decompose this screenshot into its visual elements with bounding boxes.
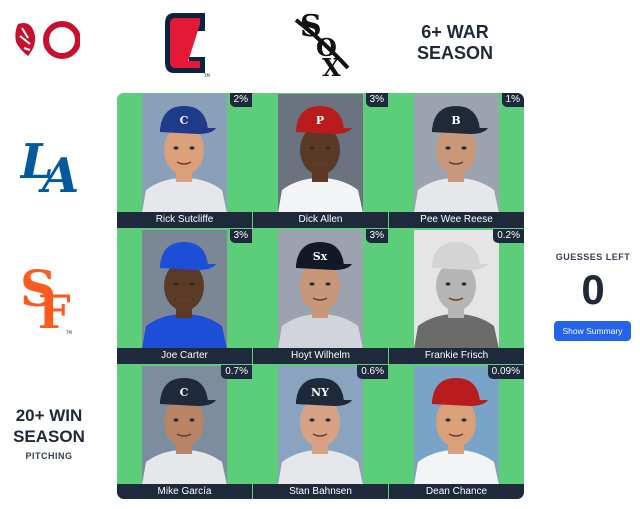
giants-sf-logo-icon: S F TM [20,256,74,336]
answer-grid: C 2% Rick Sutcliffe P 3% Dick Allen B 1% Pee Wee… [117,93,524,499]
row-header-20-win: 20+ WIN SEASON PITCHING [2,405,96,461]
grid-cell[interactable]: NY 0.6% Stan Bahnsen [253,365,388,499]
player-photo: Sx [278,230,363,349]
rarity-badge: 2% [229,93,252,107]
grid-cell[interactable]: P 3% Dick Allen [253,93,388,228]
cleveland-c-logo-icon: TM [160,6,212,78]
player-photo [414,366,499,485]
guesses-left-count: 0 [581,266,605,313]
svg-text:A: A [38,148,78,196]
svg-text:TM: TM [203,73,210,78]
rarity-badge: 0.09% [487,365,524,379]
svg-text:B: B [451,114,460,127]
rarity-badge: 0.6% [357,365,388,379]
svg-text:Sx: Sx [313,250,328,263]
war-title-line1: 6+ WAR [421,22,489,42]
player-photo [414,230,499,349]
player-name: Hoyt Wilhelm [253,348,388,364]
grid-cell[interactable]: B 1% Pee Wee Reese [389,93,524,228]
player-photo: C [142,366,227,485]
grid-cell[interactable]: 0.09% Dean Chance [389,365,524,499]
player-name: Dean Chance [389,484,524,499]
guesses-left-label: GUESSES LEFT [555,252,631,262]
player-name: Pee Wee Reese [389,212,524,228]
svg-text:C: C [180,386,189,399]
reds-logo-icon [10,16,80,64]
svg-text:F: F [38,285,71,336]
white-sox-logo-icon: S O X [292,6,352,78]
rarity-badge: 0.7% [221,365,252,379]
player-name: Dick Allen [253,212,388,228]
svg-text:TM: TM [65,330,72,335]
rarity-badge: 3% [229,229,252,243]
player-photo: P [278,94,363,213]
rarity-badge: 3% [365,229,388,243]
grid-cell[interactable]: 0.2% Frankie Frisch [389,229,524,364]
war-title-line2: SEASON [416,43,494,63]
svg-text:NY: NY [311,386,329,399]
win-title-line1: 20+ WIN [15,406,83,425]
player-name: Frankie Frisch [389,348,524,364]
rarity-badge: 0.2% [493,229,524,243]
player-photo: B [414,94,499,213]
guesses-panel: GUESSES LEFT 0 [548,252,638,314]
player-name: Joe Carter [117,348,252,364]
dodgers-la-logo-icon: L A [20,124,78,196]
grid-cell[interactable]: Sx 3% Hoyt Wilhelm [253,229,388,364]
player-photo [142,230,227,349]
svg-text:P: P [316,114,324,127]
win-subtitle: PITCHING [25,451,73,461]
player-name: Rick Sutcliffe [117,212,252,228]
grid-cell[interactable]: C 2% Rick Sutcliffe [117,93,252,228]
column-header-war: 6+ WAR SEASON [395,22,515,64]
grid-cell[interactable]: 3% Joe Carter [117,229,252,364]
rarity-badge: 1% [501,93,524,107]
show-summary-button[interactable]: Show Summary [554,321,631,341]
player-photo: C [142,94,227,213]
svg-text:C: C [180,114,189,127]
grid-cell[interactable]: C 0.7% Mike García [117,365,252,499]
win-title-line2: SEASON [13,427,85,446]
rarity-badge: 3% [365,93,388,107]
player-name: Stan Bahnsen [253,484,388,499]
player-name: Mike García [117,484,252,499]
player-photo: NY [278,366,363,485]
